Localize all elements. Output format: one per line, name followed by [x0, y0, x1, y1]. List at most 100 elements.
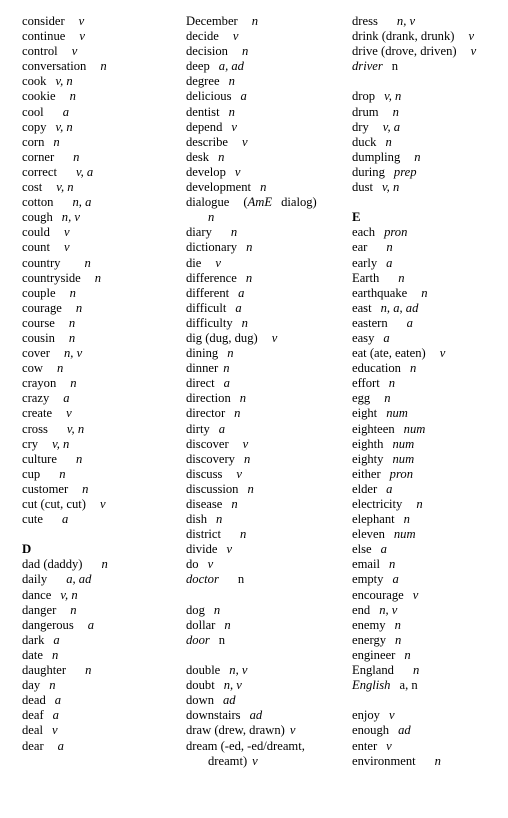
entry-headword: eastern	[352, 315, 388, 330]
entry-part-of-speech: v, n	[384, 89, 402, 104]
entry-headword: danger	[22, 602, 57, 617]
dictionary-entry: disease n	[186, 497, 348, 512]
entry-headword: eighty	[352, 451, 384, 466]
entry-part-of-speech: n	[218, 632, 226, 647]
entry-part-of-speech: n	[398, 270, 405, 285]
entry-headword: crayon	[22, 376, 57, 391]
dictionary-entry: delicious a	[186, 89, 348, 104]
section-letter-heading: E	[352, 210, 361, 225]
entry-part-of-speech: n	[385, 134, 392, 149]
entry-part-of-speech: v	[234, 164, 241, 179]
entry-headword: crazy	[22, 391, 50, 406]
entry-part-of-speech: v	[289, 723, 296, 738]
dictionary-entry: energy n	[352, 633, 504, 648]
dictionary-entry: control v	[22, 44, 182, 59]
dictionary-entry: diary n	[186, 225, 348, 240]
dictionary-entry: encourage v	[352, 588, 504, 603]
dictionary-entry: desk n	[186, 150, 348, 165]
entry-part-of-speech: n	[245, 270, 253, 285]
entry-part-of-speech: v, n	[56, 180, 74, 195]
entry-headword: either	[352, 466, 381, 481]
entry-headword: difficult	[186, 300, 227, 315]
dictionary-entry: door n	[186, 633, 348, 648]
dictionary-entry: discover v	[186, 437, 348, 452]
dictionary-entry: cookie n	[22, 89, 182, 104]
entry-headword: cook	[22, 74, 47, 89]
entry-headword: electricity	[352, 497, 403, 511]
entry-headword: degree	[186, 74, 220, 89]
entry-headword: double	[186, 663, 221, 678]
entry-part-of-speech: n	[239, 391, 247, 406]
entry-part-of-speech: n	[70, 602, 77, 617]
dictionary-entry: cook v, n	[22, 74, 182, 89]
dictionary-entry: crazy a	[22, 391, 182, 406]
entry-headword: courage	[22, 300, 62, 315]
dictionary-entry: do v	[186, 557, 348, 572]
entry-part-of-speech: n	[100, 59, 107, 74]
entry-part-of-speech: v	[236, 466, 242, 481]
dictionary-entry: dictionary n	[186, 240, 348, 255]
dictionary-entry: cough n, v	[22, 210, 182, 225]
entry-headword: continue	[22, 29, 66, 44]
entry-part-of-speech: v	[71, 44, 78, 59]
entry-headword: day	[22, 678, 41, 693]
dictionary-entry: cover n, v	[22, 346, 182, 361]
entry-part-of-speech: n	[414, 149, 421, 164]
entry-headword: dish	[186, 512, 207, 527]
dictionary-entry: daughter n	[22, 663, 182, 678]
dictionary-entry: cow n	[22, 361, 182, 376]
dictionary-entry: drive (drove, driven) v	[352, 44, 504, 59]
dictionary-entry: daily a, ad	[22, 572, 182, 587]
entry-part-of-speech: n	[241, 315, 248, 330]
entry-headword: deaf	[22, 708, 44, 723]
dictionary-entry: eighteen num	[352, 422, 504, 437]
entry-headword: corn	[22, 134, 45, 149]
dictionary-entry: eighty num	[352, 452, 504, 467]
dictionary-entry: development n	[186, 180, 348, 195]
entry-part-of-speech: n	[56, 361, 64, 376]
entry-part-of-speech: n	[388, 557, 396, 572]
dictionary-entry: corner n	[22, 150, 182, 165]
entry-part-of-speech: v	[386, 738, 392, 753]
entry-headword: count	[22, 240, 50, 255]
entry-headword: director	[186, 406, 226, 421]
entry-part-of-speech: a	[87, 617, 95, 632]
entry-part-of-speech: v	[207, 557, 214, 572]
dictionary-entry: discussion n	[186, 482, 348, 497]
entry-part-of-speech: v	[226, 542, 233, 557]
entry-part-of-speech: a	[54, 693, 62, 708]
entry-headword: cover	[22, 346, 50, 361]
entry-headword: enough	[352, 723, 390, 738]
entry-headword: dumpling	[352, 149, 401, 164]
entry-part-of-speech: num	[392, 451, 415, 466]
entry-headword: end	[352, 602, 371, 617]
entry-part-of-speech: v	[215, 255, 221, 270]
dictionary-entry: engineer n	[352, 648, 504, 663]
entry-part-of-speech: n	[386, 240, 393, 255]
entry-group-separator	[186, 648, 348, 663]
dictionary-entry: divide v	[186, 542, 348, 557]
entry-part-of-speech: a	[223, 376, 230, 391]
entry-part-of-speech: v	[252, 753, 258, 768]
entry-headword: duck	[352, 134, 377, 149]
entry-part-of-speech: n	[421, 285, 428, 300]
entry-part-of-speech: n	[241, 44, 249, 59]
entry-headword: delicious	[186, 89, 232, 104]
entry-headword: cry	[22, 436, 39, 451]
entry-headword: describe	[186, 134, 228, 149]
entry-headword: eighteen	[352, 421, 395, 436]
entry-part-of-speech: a	[53, 632, 60, 647]
dictionary-entry: cost v, n	[22, 180, 182, 195]
dictionary-entry: eat (ate, eaten) v	[352, 346, 504, 361]
dictionary-entry: effort n	[352, 376, 504, 391]
entry-part-of-speech: v, n	[60, 587, 78, 602]
entry-headword: culture	[22, 451, 57, 466]
entry-part-of-speech: v	[388, 708, 395, 723]
dictionary-entry: cotton n, a	[22, 195, 182, 210]
dictionary-entry: create v	[22, 406, 182, 421]
entry-headword: dust	[352, 180, 373, 195]
entry-part-of-speech: a	[386, 255, 393, 270]
dictionary-entry: director n	[186, 406, 348, 421]
dictionary-entry: course n	[22, 316, 182, 331]
entry-headword: dirty	[186, 421, 210, 436]
